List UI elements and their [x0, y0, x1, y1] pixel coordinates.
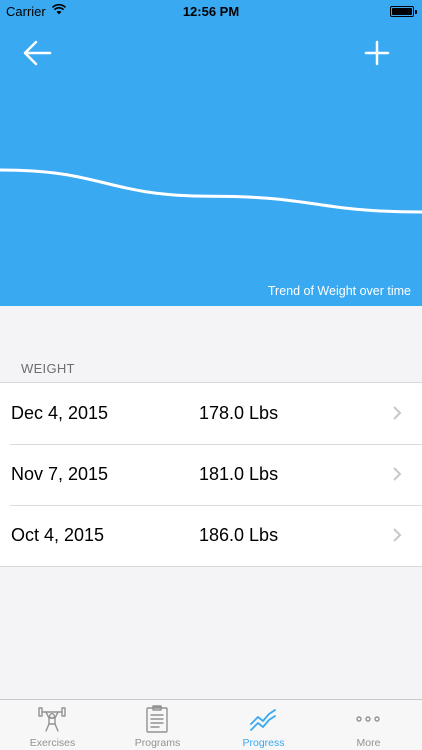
chevron-right-icon: [393, 467, 402, 481]
weight-trend-chart: [0, 168, 422, 214]
list-item[interactable]: Oct 4, 2015 186.0 Lbs: [0, 505, 422, 566]
arrow-left-icon[interactable]: [20, 36, 54, 70]
trend-header: Carrier 12:56 PM Trend of Weight over ti…: [0, 0, 422, 306]
list-item[interactable]: Dec 4, 2015 178.0 Lbs: [0, 383, 422, 444]
clock: 12:56 PM: [182, 4, 240, 19]
tab-label: Progress: [242, 737, 285, 749]
plus-icon[interactable]: [360, 36, 394, 70]
entry-value: 181.0 Lbs: [199, 464, 279, 484]
trend-line-icon: [250, 709, 276, 731]
tab-label: More: [356, 737, 381, 749]
chevron-right-icon: [393, 406, 402, 420]
clipboard-icon: [146, 705, 168, 733]
weight-list: Dec 4, 2015 178.0 Lbs Nov 7, 2015 181.0 …: [0, 382, 422, 567]
more-dots-icon: [356, 716, 380, 722]
tab-bar: Exercises Programs Progress More: [0, 699, 422, 750]
tab-programs[interactable]: Programs: [105, 700, 210, 750]
tab-label: Exercises: [29, 737, 76, 749]
list-item[interactable]: Nov 7, 2015 181.0 Lbs: [0, 444, 422, 505]
chevron-right-icon: [393, 528, 402, 542]
section-header-weight: WEIGHT: [21, 361, 75, 376]
trend-series-line: [0, 168, 422, 214]
status-bar: Carrier 12:56 PM: [0, 0, 422, 22]
tab-label: Programs: [134, 737, 181, 749]
tab-more[interactable]: More: [316, 700, 421, 750]
entry-date: Dec 4, 2015: [11, 403, 109, 423]
entry-date: Nov 7, 2015: [11, 464, 109, 484]
chart-caption: Trend of Weight over time: [267, 284, 411, 298]
tab-progress[interactable]: Progress: [211, 700, 316, 750]
entry-value: 178.0 Lbs: [199, 403, 279, 423]
tab-exercises[interactable]: Exercises: [0, 700, 105, 750]
weightlifter-icon: [38, 707, 66, 732]
entry-value: 186.0 Lbs: [199, 525, 279, 545]
battery-icon: [390, 6, 417, 17]
entry-date: Oct 4, 2015: [11, 525, 105, 545]
